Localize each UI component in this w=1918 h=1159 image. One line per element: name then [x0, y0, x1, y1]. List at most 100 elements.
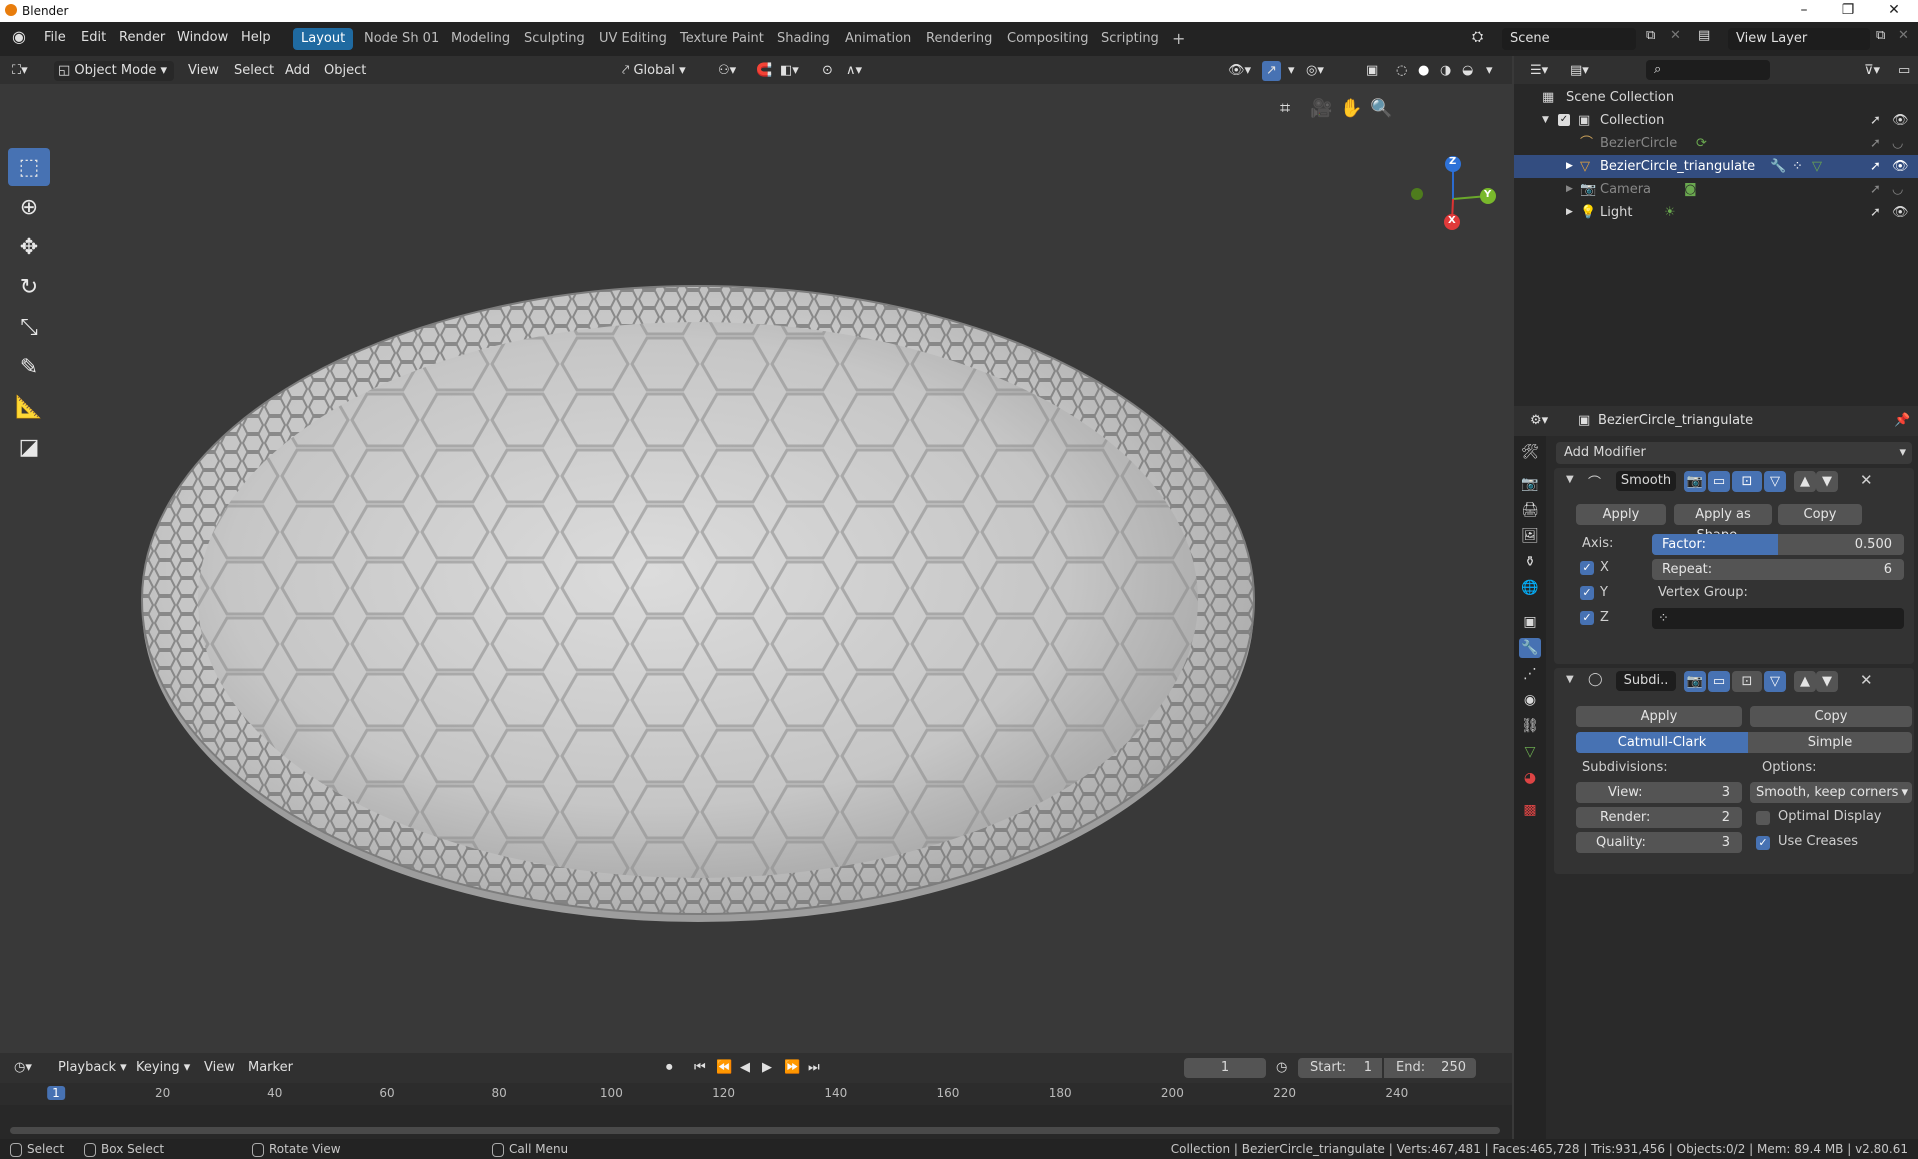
tab-compositing[interactable]: Compositing	[999, 28, 1097, 50]
start-frame-field[interactable]: Start: 1	[1298, 1058, 1382, 1078]
select-arrow-icon[interactable]: ➚	[1870, 155, 1881, 178]
move-up-icon[interactable]: ▲	[1794, 671, 1816, 692]
uv-smooth-dropdown[interactable]: Smooth, keep corners ▾	[1750, 782, 1912, 803]
select-box-tool-icon[interactable]: ⬚	[8, 148, 50, 186]
tab-uv-editing[interactable]: UV Editing	[591, 28, 675, 50]
jump-keyframe-forward-icon[interactable]: ⏩	[780, 1058, 804, 1078]
shading-solid-icon[interactable]: ●	[1414, 61, 1433, 81]
render-tab-icon[interactable]: 📷	[1520, 474, 1540, 494]
preview-range-icon[interactable]: ◷	[1272, 1058, 1291, 1078]
expand-arrow-icon[interactable]: ▶	[1566, 178, 1573, 201]
playback-menu[interactable]: Playback ▾	[54, 1058, 131, 1078]
tab-animation[interactable]: Animation	[837, 28, 919, 50]
keying-menu[interactable]: Keying ▾	[132, 1058, 194, 1078]
modifier-tab-icon[interactable]: 🔧	[1519, 638, 1541, 658]
perspective-toggle-icon[interactable]: ⌗	[1280, 98, 1290, 119]
outliner-row-beziercircle-triangulate[interactable]: ▶ ▽ BezierCircle_triangulate 🔧 ⁘ ▽ ➚ 👁	[1514, 155, 1918, 178]
jump-end-icon[interactable]: ⏭	[804, 1058, 824, 1078]
marker-menu[interactable]: Marker	[244, 1058, 297, 1078]
shading-dropdown-icon[interactable]: ▾	[1482, 61, 1497, 81]
remove-modifier-icon[interactable]: ✕	[1860, 471, 1873, 489]
show-on-cage-icon[interactable]: ⊡	[1732, 671, 1762, 692]
view-layer-field[interactable]: View Layer	[1728, 28, 1870, 50]
visibility-icon[interactable]: 👁▾	[1224, 61, 1255, 81]
current-frame-field[interactable]: 1	[1184, 1058, 1266, 1078]
view-layer-tab-icon[interactable]: 🖼	[1520, 526, 1540, 546]
scene-tab-icon[interactable]: ⚱	[1520, 552, 1540, 572]
texture-tab-icon[interactable]: ▩	[1520, 800, 1540, 820]
cursor-tool-icon[interactable]: ⊕	[8, 188, 50, 226]
output-tab-icon[interactable]: 🖨	[1520, 500, 1540, 520]
pan-hand-icon[interactable]: ✋	[1340, 98, 1362, 119]
subdiv-apply-button[interactable]: Apply	[1576, 706, 1742, 727]
add-cube-tool-icon[interactable]: ◪	[8, 428, 50, 466]
select-arrow-icon[interactable]: ➚	[1870, 178, 1881, 201]
tab-shading[interactable]: Shading	[769, 28, 838, 50]
mode-select[interactable]: ◱ Object Mode ▾	[54, 61, 174, 81]
move-down-icon[interactable]: ▼	[1816, 671, 1838, 692]
current-frame-marker[interactable]: 1	[47, 1086, 65, 1100]
data-tab-icon[interactable]: ▽	[1520, 742, 1540, 762]
eye-icon[interactable]: 👁	[1892, 201, 1909, 224]
move-tool-icon[interactable]: ✥	[8, 228, 50, 266]
navigation-gizmo[interactable]: Z Y X	[1400, 152, 1510, 242]
orientation-select[interactable]: ⤤ Global ▾	[618, 61, 706, 81]
menu-window[interactable]: Window	[177, 30, 228, 45]
delete-view-layer-icon[interactable]: ✕	[1898, 28, 1909, 43]
play-icon[interactable]: ▶	[758, 1058, 776, 1078]
frame-ruler[interactable]: 1 20 40 60 80 100 120 140 160 180 200 220 240	[0, 1083, 1512, 1105]
constraints-tab-icon[interactable]: ⛓	[1520, 716, 1540, 736]
view-layer-browse-icon[interactable]: ▤	[1698, 28, 1710, 43]
tab-scripting[interactable]: Scripting	[1093, 28, 1167, 50]
tab-texture-paint[interactable]: Texture Paint	[672, 28, 772, 50]
scene-name-field[interactable]: Scene	[1502, 28, 1636, 50]
subdiv-copy-button[interactable]: Copy	[1750, 706, 1912, 727]
measure-tool-icon[interactable]: 📐	[8, 388, 50, 426]
timeline-area[interactable]: 1 20 40 60 80 100 120 140 160 180 200 220 240	[0, 1083, 1512, 1139]
collection-checkbox[interactable]: ✓	[1558, 114, 1570, 126]
menu-add[interactable]: Add	[281, 61, 314, 81]
smooth-apply-button[interactable]: Apply	[1576, 504, 1666, 525]
remove-modifier-icon[interactable]: ✕	[1860, 671, 1873, 689]
blender-menu-icon[interactable]: ◉	[12, 27, 26, 46]
particles-tab-icon[interactable]: ⋰	[1520, 664, 1540, 684]
end-frame-field[interactable]: End: 250	[1384, 1058, 1476, 1078]
display-mode-icon[interactable]: ▤▾	[1566, 61, 1593, 81]
expand-arrow-icon[interactable]: ▶	[1566, 155, 1573, 178]
axis-x-checkbox[interactable]: ✓	[1580, 561, 1594, 575]
timeline-view-menu[interactable]: View	[200, 1058, 239, 1078]
smooth-name-field[interactable]: Smooth	[1616, 471, 1676, 491]
delete-scene-icon[interactable]: ✕	[1670, 28, 1681, 43]
outliner-row-collection[interactable]: ▼ ✓ ▣ Collection ➚ 👁	[1514, 109, 1918, 132]
menu-edit[interactable]: Edit	[81, 30, 106, 45]
3d-viewport[interactable]: ⬚ ⊕ ✥ ↻ ⤡ ✎ 📐 ◪ ⌗ 🎥 ✋ 🔍 Z Y X	[0, 56, 1512, 1053]
material-tab-icon[interactable]: ◕	[1520, 768, 1540, 788]
eye-icon[interactable]: 👁	[1892, 109, 1909, 132]
snap-target-icon[interactable]: ◧▾	[776, 61, 803, 81]
menu-render[interactable]: Render	[119, 30, 165, 45]
show-on-cage-icon[interactable]: ⊡	[1732, 471, 1762, 492]
maximize-icon[interactable]: ❐	[1838, 2, 1858, 18]
new-collection-icon[interactable]: ▭	[1894, 61, 1914, 81]
new-view-layer-icon[interactable]: ⧉	[1876, 28, 1885, 43]
tab-sculpting[interactable]: Sculpting	[516, 28, 593, 50]
menu-file[interactable]: File	[44, 30, 66, 45]
expand-arrow-icon[interactable]: ▶	[1566, 201, 1573, 224]
subdiv-name-field[interactable]: Subdi..	[1616, 671, 1676, 691]
vertex-group-field[interactable]: ⁘	[1652, 608, 1904, 629]
expand-arrow-icon[interactable]: ▼	[1542, 109, 1549, 132]
smooth-copy-button[interactable]: Copy	[1778, 504, 1862, 525]
show-viewport-icon[interactable]: ▭	[1708, 671, 1730, 692]
close-window-icon[interactable]: ✕	[1884, 2, 1904, 18]
filter-icon[interactable]: ⊽▾	[1860, 61, 1884, 81]
menu-view[interactable]: View	[184, 61, 223, 81]
tool-tab-icon[interactable]: 🛠	[1520, 442, 1540, 462]
overlays-icon[interactable]: ◎▾	[1302, 61, 1328, 81]
shading-wireframe-icon[interactable]: ◌	[1392, 61, 1411, 81]
repeat-field[interactable]: Repeat: 6	[1652, 559, 1904, 580]
tab-node-sh-01[interactable]: Node Sh 01	[356, 28, 447, 50]
gizmo-toggle-icon[interactable]: ↗	[1262, 61, 1281, 81]
use-creases-checkbox[interactable]: ✓	[1756, 836, 1770, 850]
select-arrow-icon[interactable]: ➚	[1870, 132, 1881, 155]
render-levels-field[interactable]: Render: 2	[1576, 807, 1742, 828]
